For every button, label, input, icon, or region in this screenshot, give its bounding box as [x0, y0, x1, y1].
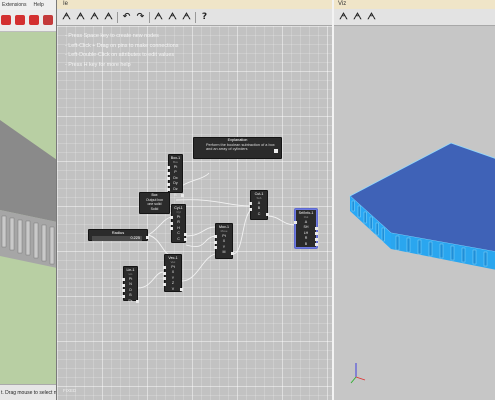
- wire: [232, 210, 251, 255]
- modeler-toolbar: [0, 10, 56, 32]
- node-pin[interactable]: M: [216, 250, 234, 256]
- reset-view-icon[interactable]: ᗅ: [166, 11, 179, 24]
- help-icon[interactable]: ?: [198, 11, 211, 24]
- radius-node[interactable]: Radius 0.225: [88, 229, 149, 241]
- modeler-menubar: Extensions Help: [0, 0, 56, 10]
- viewer-viewport[interactable]: [334, 26, 495, 400]
- menu-extensions[interactable]: Extensions: [2, 2, 26, 8]
- wire: [175, 199, 251, 207]
- radius-label: Radius: [111, 230, 125, 235]
- node-pin[interactable]: C: [251, 212, 269, 218]
- box-top-face: [0, 120, 56, 222]
- graph-editor-panel: Ie ᗅ ᗅ ᗅ ᗅ ↶ ↷ ᗅ ᗅ ᗅ ? - Press Space key…: [57, 0, 332, 400]
- application-window: Extensions Help t. Drag mouse to select n: [0, 0, 495, 400]
- wire: [147, 216, 172, 236]
- subtract-node[interactable]: Cut-1 Sub A B C: [249, 190, 269, 220]
- box-output-node[interactable]: Box Output box one solid Solid: [139, 192, 170, 214]
- box-output-line: Solid: [150, 206, 159, 211]
- cylinder-node[interactable]: Cyl-1 Cyl Pt R H C C: [170, 204, 187, 243]
- node-pin[interactable]: Ps: [124, 299, 139, 305]
- axis-gizmo: [350, 363, 366, 384]
- move-icon[interactable]: [1, 15, 11, 25]
- box-node[interactable]: Box-1 Box Pt P Dx Dy Dz B: [167, 154, 184, 197]
- vector-node[interactable]: Vec-1 Vec Pt X Y Z V: [163, 254, 183, 293]
- explanation-pin[interactable]: [274, 149, 278, 153]
- wire: [181, 253, 216, 282]
- toolbar-separator: [117, 12, 118, 23]
- radius-value: 0.225: [130, 236, 140, 240]
- frame-icon[interactable]: ᗅ: [152, 11, 165, 24]
- explanation-node[interactable]: Explanation Perform the boolean subtract…: [193, 137, 282, 159]
- node-pin[interactable]: V: [165, 287, 183, 293]
- viz-view-icon[interactable]: ᗅ: [337, 11, 350, 24]
- toolbar-separator: [149, 12, 150, 23]
- radius-value-field[interactable]: 0.225: [92, 236, 142, 241]
- wire: [185, 235, 216, 247]
- open-graph-icon[interactable]: ᗅ: [74, 11, 87, 24]
- undo-icon[interactable]: ↶: [120, 11, 133, 24]
- modeler-panel: Extensions Help t. Drag mouse to select n: [0, 0, 57, 400]
- modeler-viewport[interactable]: [0, 32, 57, 384]
- surface-info-node[interactable]: Srf/Info-1 Out A SH LH R B: [294, 209, 318, 248]
- node-pin[interactable]: C: [172, 237, 187, 243]
- rotate-icon[interactable]: [15, 15, 25, 25]
- move-node[interactable]: Mov-1 Move Pt X Y M: [214, 223, 234, 259]
- wire: [137, 271, 164, 289]
- toolbar-separator: [195, 12, 196, 23]
- fit-view-icon[interactable]: ᗅ: [180, 11, 193, 24]
- viewer-panel: Viz ᗅ ᗅ ᗅ: [332, 0, 495, 400]
- new-graph-icon[interactable]: ᗅ: [60, 11, 73, 24]
- graph-editor-toolbar: ᗅ ᗅ ᗅ ᗅ ↶ ↷ ᗅ ᗅ ᗅ ?: [57, 9, 332, 26]
- radius-output-pin[interactable]: [146, 236, 149, 239]
- save-as-graph-icon[interactable]: ᗅ: [102, 11, 115, 24]
- scale-icon[interactable]: [29, 15, 39, 25]
- graph-canvas[interactable]: - Press Space key to create new nodes - …: [57, 26, 332, 400]
- node-pin[interactable]: B: [296, 242, 318, 248]
- viewer-toolbar: ᗅ ᗅ ᗅ: [334, 9, 495, 26]
- viz-camera-icon[interactable]: ᗅ: [351, 11, 364, 24]
- offset-icon[interactable]: [43, 15, 53, 25]
- save-graph-icon[interactable]: ᗅ: [88, 11, 101, 24]
- viz-fit-icon[interactable]: ᗅ: [365, 11, 378, 24]
- modeler-status-bar: t. Drag mouse to select n: [0, 384, 56, 400]
- graph-footer-label: FIXED: [63, 388, 77, 393]
- wire: [267, 215, 296, 226]
- redo-icon[interactable]: ↷: [134, 11, 147, 24]
- result-top-face: [349, 142, 495, 253]
- viewer-title: Viz: [334, 0, 495, 9]
- node-pin[interactable]: B: [169, 193, 184, 199]
- line-node[interactable]: Lin-1 Lin Pt N D B Ps: [122, 266, 139, 304]
- connection-wires: [137, 172, 296, 289]
- explanation-text: Perform the boolean subtraction of a box…: [206, 143, 275, 152]
- menu-help[interactable]: Help: [33, 2, 43, 8]
- wire: [147, 234, 172, 256]
- wire: [185, 226, 216, 237]
- graph-editor-title: Ie: [57, 0, 332, 9]
